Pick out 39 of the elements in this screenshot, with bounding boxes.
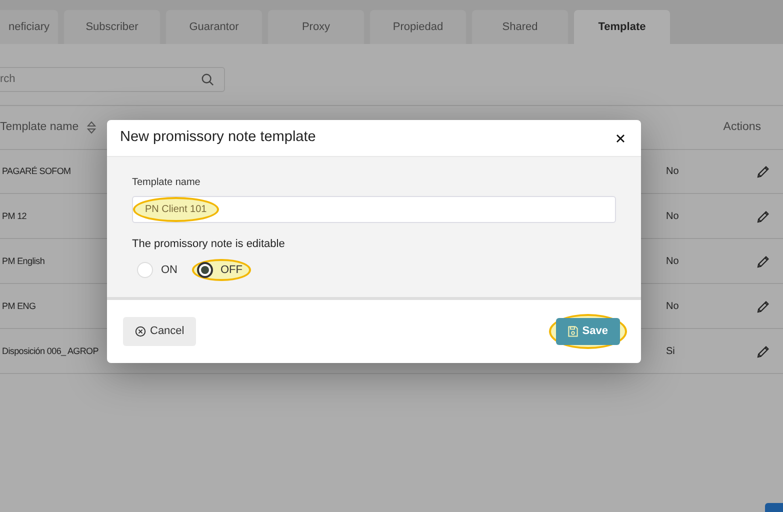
table-cell-text: No: [666, 210, 680, 224]
sort-icon[interactable]: [86, 121, 96, 134]
tab[interactable]: Subscriber: [64, 10, 160, 44]
tab[interactable]: Propiedad: [370, 10, 466, 44]
table-cell-text: Disposición 006_ AGROP: [1, 344, 100, 358]
tab[interactable]: neficiary: [0, 10, 58, 44]
column-header: Template name: [0, 120, 79, 135]
pencil-icon[interactable]: [756, 210, 770, 224]
cancel-button[interactable]: Cancel: [123, 317, 196, 346]
search-field[interactable]: rch: [0, 67, 225, 92]
tab[interactable]: Proxy: [268, 10, 364, 44]
column-header: Actions: [723, 120, 761, 135]
search-icon: [201, 73, 214, 86]
modal-title: New promissory note template: [120, 128, 316, 148]
table-cell-text: PM ENG: [1, 300, 37, 313]
table-cell-text: No: [666, 255, 680, 269]
tab[interactable]: Shared: [472, 10, 568, 44]
pencil-icon[interactable]: [756, 344, 770, 358]
search-input[interactable]: rch: [0, 71, 150, 88]
tab[interactable]: Guarantor: [166, 10, 262, 44]
save-button[interactable]: Save: [556, 318, 620, 345]
field-label: Template name: [132, 176, 202, 190]
pencil-icon[interactable]: [756, 254, 770, 268]
input-field[interactable]: PN Client 101: [132, 196, 616, 223]
tab[interactable]: Template: [574, 10, 670, 44]
cancel-icon: [135, 326, 146, 337]
field-value: PN Client 101: [133, 197, 219, 222]
table-cell-text: PAGARÉ SOFOM: [1, 164, 72, 178]
table-cell-text: PM English: [1, 254, 46, 268]
radio-label[interactable]: OFF: [220, 262, 242, 278]
pencil-icon[interactable]: [756, 164, 770, 178]
pencil-icon[interactable]: [756, 300, 770, 314]
radio-label[interactable]: ON: [161, 262, 178, 278]
table-cell-text: Si: [666, 345, 676, 359]
table-cell-text: No: [666, 165, 680, 179]
table-cell-text: PM 12: [1, 210, 28, 223]
close-icon[interactable]: [616, 134, 625, 142]
table-cell-text: No: [666, 300, 680, 314]
question-label: The promissory note is editable: [132, 237, 286, 252]
